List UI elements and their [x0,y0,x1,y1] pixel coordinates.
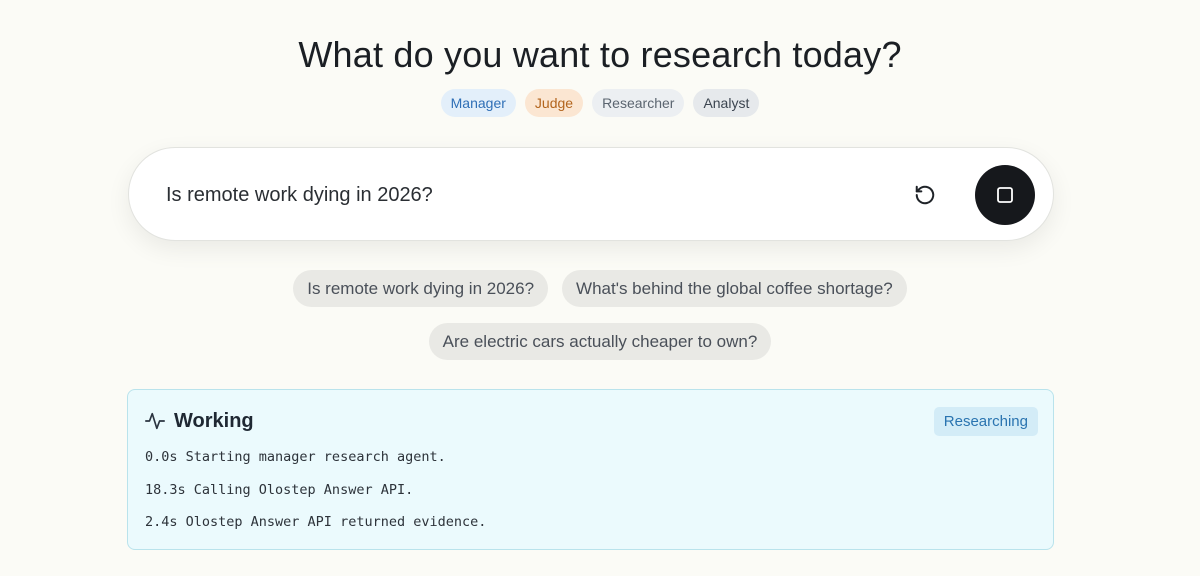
search-bar [128,147,1054,241]
activity-icon [145,412,165,430]
progress-title: Working [174,409,254,432]
stop-button[interactable] [975,165,1035,225]
suggestion-chip[interactable]: Is remote work dying in 2026? [293,270,549,307]
progress-panel: Working Researching 0.0s Starting manage… [127,389,1054,550]
agent-tag-researcher: Researcher [592,89,685,117]
suggestion-chip[interactable]: What's behind the global coffee shortage… [562,270,907,307]
page-title: What do you want to research today? [298,34,902,75]
status-badge: Researching [933,407,1038,436]
rotate-ccw-icon [915,185,935,205]
agent-tag-analyst: Analyst [693,89,760,117]
suggestion-list: Is remote work dying in 2026? What's beh… [0,270,1200,360]
research-query-input[interactable] [166,178,866,212]
agent-tag-manager: Manager [440,89,516,117]
log-entry: 18.3s Calling Olostep Answer API. [145,481,414,498]
log-entry: 0.0s Starting manager research agent. [145,449,446,465]
agent-tag-judge: Judge [524,89,584,117]
activity-log: 0.0s Starting manager research agent. 18… [145,448,1037,546]
research-page: What do you want to research today? Mana… [0,0,1200,576]
progress-header: Working [144,408,254,434]
suggestion-chip[interactable]: Are electric cars actually cheaper to ow… [428,323,772,360]
log-entry: 2.4s Olostep Answer API returned evidenc… [145,514,487,530]
suggestion-row: Is remote work dying in 2026? What's beh… [293,270,907,307]
suggestion-row: Are electric cars actually cheaper to ow… [428,323,772,360]
agent-tags: Manager Judge Researcher Analyst [0,89,1200,117]
reset-button[interactable] [905,176,945,214]
stop-square-icon [997,187,1013,203]
